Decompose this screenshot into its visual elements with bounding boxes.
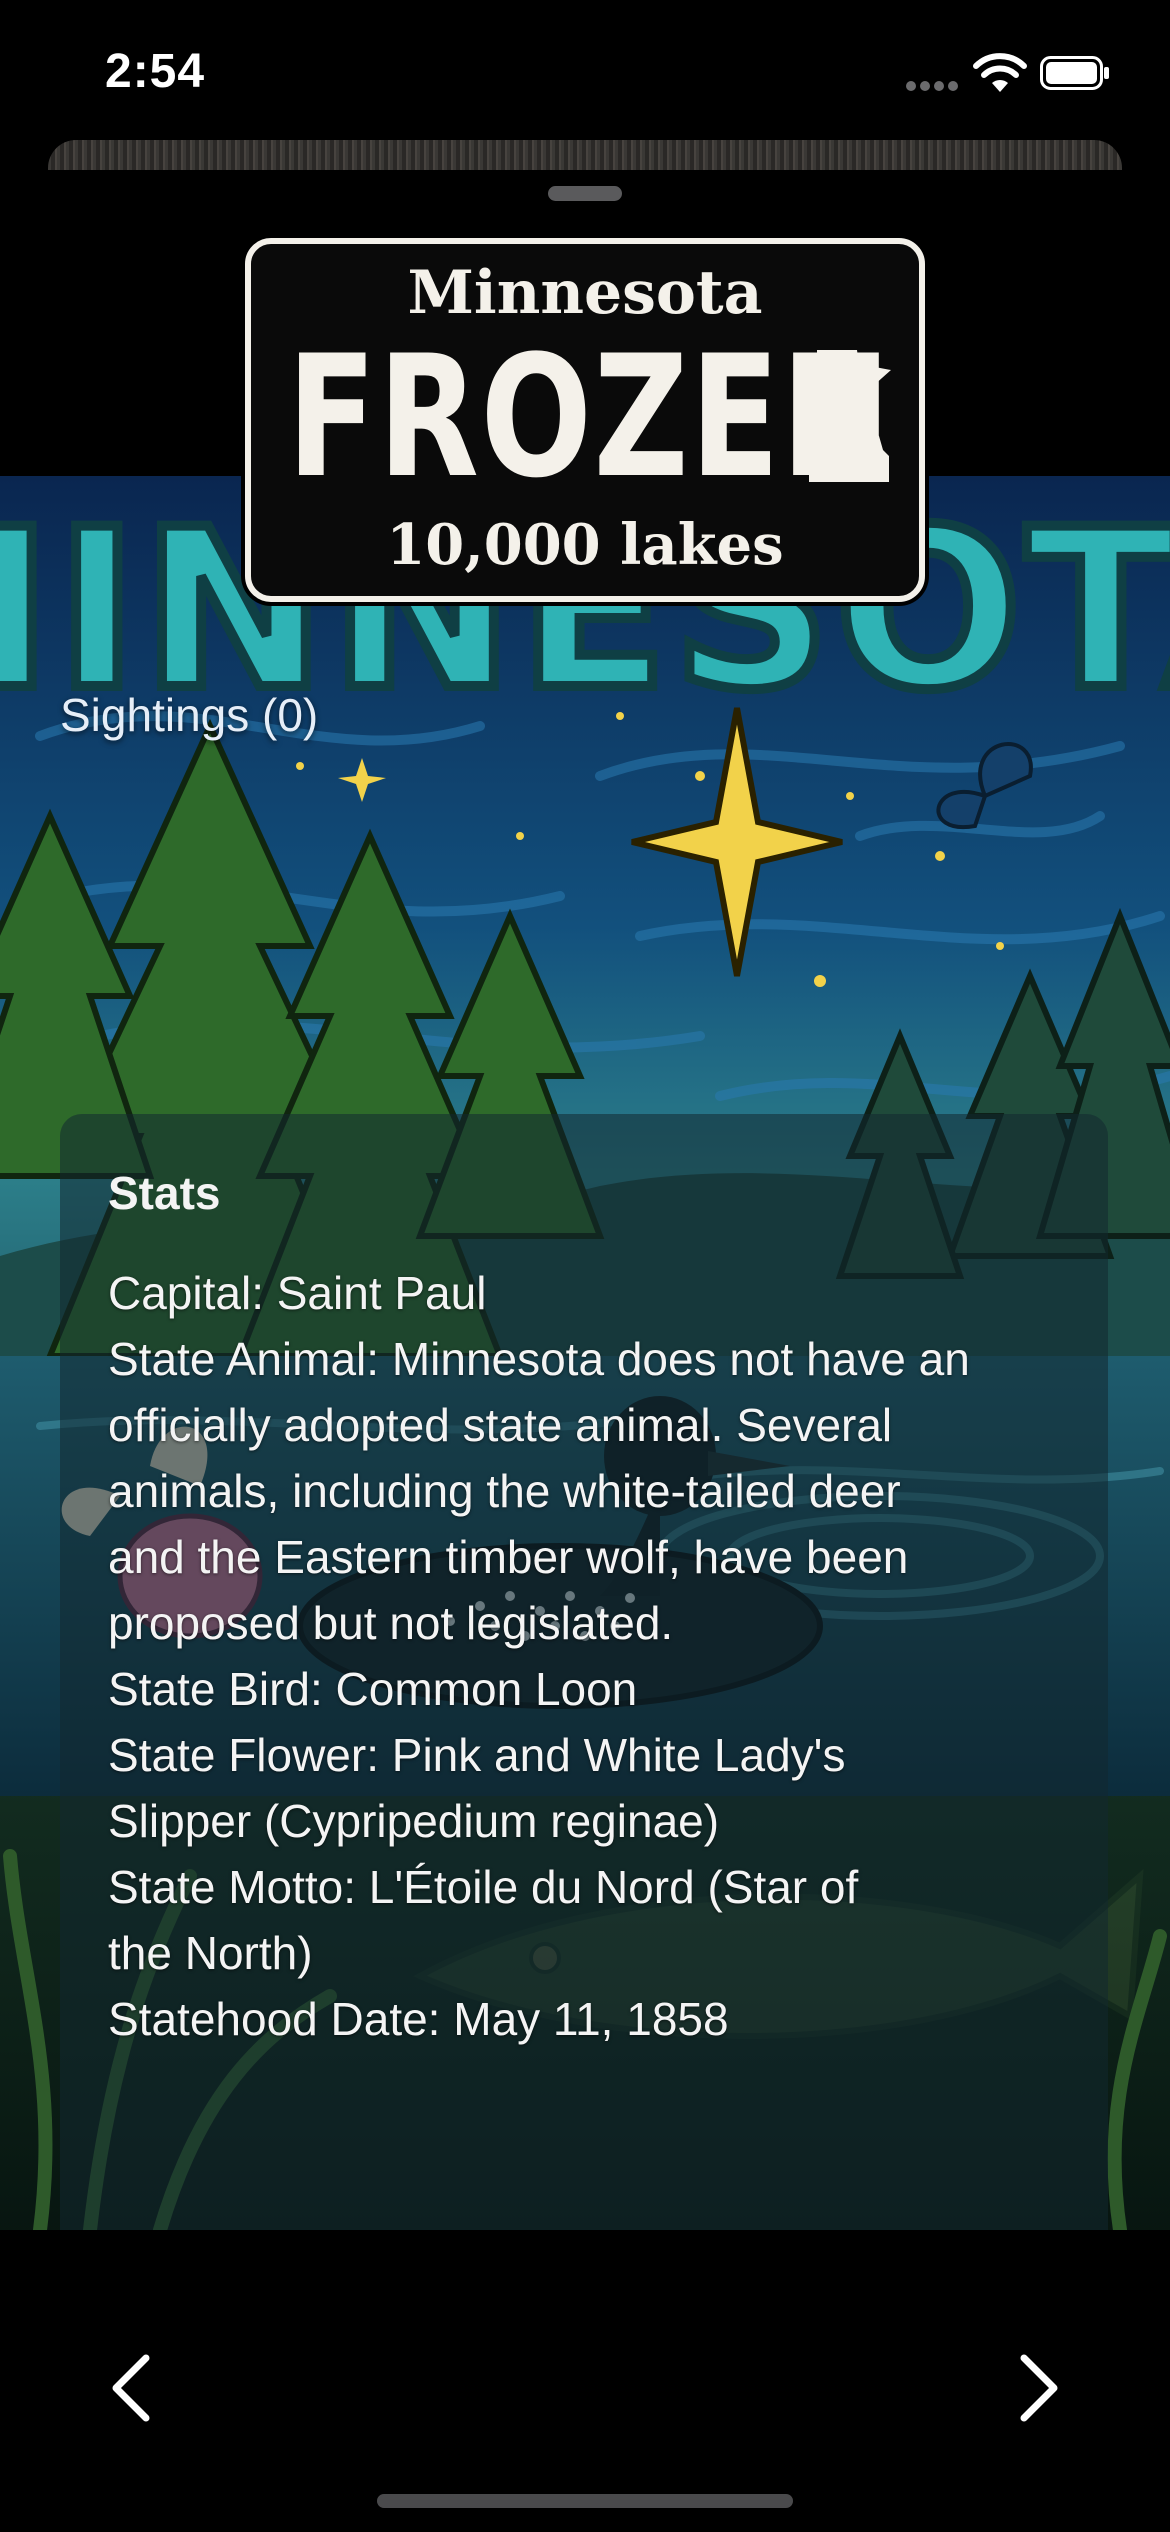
stat-line: Capital: Saint Paul — [108, 1267, 487, 1319]
stat-line: State Bird: Common Loon — [108, 1663, 638, 1715]
sightings-count[interactable]: Sightings (0) — [60, 688, 318, 742]
status-bar: 2:54 — [0, 0, 1170, 140]
stat-line: animals, including the white-tailed deer — [108, 1465, 901, 1517]
license-plate-logo: Minnesota FROZEN 10,000 lakes — [245, 238, 925, 602]
stat-line: Statehood Date: May 11, 1858 — [108, 1993, 729, 2045]
stat-line: State Flower: Pink and White Lady's — [108, 1729, 846, 1781]
stat-line: officially adopted state animal. Several — [108, 1399, 893, 1451]
chevron-left-icon[interactable] — [90, 2340, 170, 2436]
stat-line: the North) — [108, 1927, 313, 1979]
stat-line: State Motto: L'Étoile du Nord (Star of — [108, 1861, 859, 1913]
sheet-grabber[interactable] — [548, 186, 622, 201]
stat-line: and the Eastern timber wolf, have been — [108, 1531, 909, 1583]
stat-line: Slipper (Cypripedium reginae) — [108, 1795, 720, 1847]
status-time: 2:54 — [105, 45, 206, 98]
cellular-signal-icon — [906, 81, 958, 91]
app-screen: 2:54 INNESOT Minnesota FROZEN 10,000 lak… — [0, 0, 1170, 2532]
home-indicator[interactable] — [377, 2494, 793, 2508]
stats-card: Stats Capital: Saint Paul State Animal: … — [60, 1114, 1108, 2230]
bottom-navigation-bar — [0, 2230, 1170, 2532]
battery-icon — [1040, 56, 1109, 90]
stats-title: Stats — [108, 1167, 221, 1219]
plate-slogan: 10,000 lakes — [386, 512, 784, 578]
stat-line: State Animal: Minnesota does not have an — [108, 1333, 970, 1385]
stat-line: proposed but not legislated. — [108, 1597, 674, 1649]
chevron-right-icon[interactable] — [1000, 2340, 1080, 2436]
plate-state-name: Minnesota — [407, 258, 763, 328]
wifi-icon — [973, 53, 1027, 92]
minnesota-state-silhouette-icon — [801, 350, 891, 482]
plate-main-text: FROZEN — [287, 319, 893, 515]
